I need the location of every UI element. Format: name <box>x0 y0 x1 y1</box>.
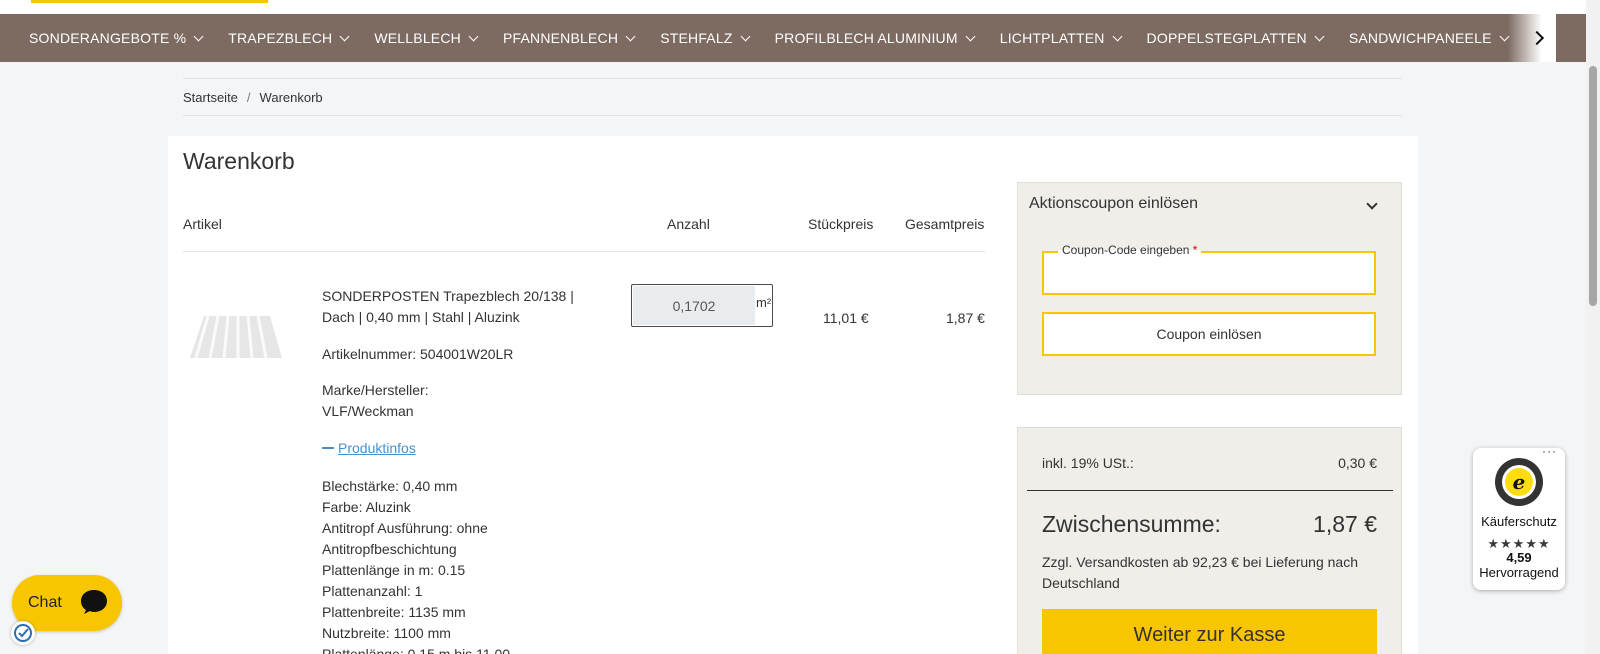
chevron-down-icon[interactable] <box>1366 198 1378 210</box>
nav-item-lichtplatten[interactable]: LICHTPLATTEN <box>974 14 1122 62</box>
nav-item-label: LICHTPLATTEN <box>999 30 1105 46</box>
nav-item-label: TRAPEZBLECH <box>228 30 333 46</box>
nav-item-label: SONDERANGEBOTE % <box>29 30 187 46</box>
summary-divider <box>1027 490 1393 491</box>
top-strip <box>0 0 1600 14</box>
breadcrumb: Startseite / Warenkorb <box>183 78 1402 116</box>
detail-line: Plattenlänge: 0,15 m bis 11,00 <box>322 646 511 654</box>
coupon-code-input[interactable] <box>1042 251 1376 295</box>
breadcrumb-separator: / <box>246 89 251 105</box>
rating-text: Hervorragend <box>1479 565 1559 580</box>
more-options-icon[interactable]: ··· <box>1542 444 1557 458</box>
nav-item-profilblech-aluminium[interactable]: PROFILBLECH ALUMINIUM <box>749 14 976 62</box>
coupon-field-label: Coupon-Code eingeben * <box>1058 243 1202 257</box>
quantity-input[interactable]: 0,1702 <box>633 286 755 325</box>
shipping-note: Zzgl. Versandkosten ab 92,23 € bei Liefe… <box>1042 554 1358 591</box>
nav-item-stehfalz[interactable]: STEHFALZ <box>634 14 751 62</box>
nav-item-sandwichpaneele[interactable]: SANDWICHPANEELE <box>1323 14 1510 62</box>
product-brand: VLF/Weckman <box>322 403 414 419</box>
nav-item-label: STEHFALZ <box>660 30 733 46</box>
nav-item-trapezblech[interactable]: TRAPEZBLECH <box>202 14 350 62</box>
consent-check-icon[interactable] <box>11 621 35 645</box>
detail-line: Plattenbreite: 1135 mm <box>322 604 466 620</box>
nav-item-sonderangebote[interactable]: SONDERANGEBOTE % <box>0 14 204 62</box>
minus-icon <box>322 447 334 449</box>
page-title: Warenkorb <box>183 148 295 174</box>
detail-line: Nutzbreite: 1100 mm <box>322 625 451 641</box>
main-nav: SONDERANGEBOTE % TRAPEZBLECH WELLBLECH P… <box>0 14 1586 62</box>
checkout-button[interactable]: Weiter zur Kasse <box>1042 609 1377 654</box>
quantity-field[interactable]: 0,1702 m² <box>631 284 773 327</box>
scrollbar-thumb[interactable] <box>1589 66 1597 306</box>
nav-item-label: SANDWICHPANEELE <box>1348 30 1492 46</box>
nav-item-label: DOPPELSTEGPLATTEN <box>1146 30 1307 46</box>
nav-item-label: PFANNENBLECH <box>502 30 619 46</box>
redeem-coupon-button[interactable]: Coupon einlösen <box>1042 312 1376 356</box>
vat-label: inkl. 19% USt.: <box>1042 455 1134 471</box>
coupon-field-label-text: Coupon-Code eingeben <box>1062 243 1190 257</box>
page-scrollbar[interactable] <box>1586 62 1600 654</box>
product-info-label: Produktinfos <box>338 440 416 456</box>
product-info-toggle[interactable]: Produktinfos <box>322 440 416 456</box>
product-article-number: Artikelnummer: 504001W20LR <box>322 346 514 362</box>
col-header-quantity: Anzahl <box>667 216 710 232</box>
product-title-link[interactable]: SONDERPOSTEN Trapezblech 20/138 | Dach |… <box>322 286 592 328</box>
buyer-protection-label: Käuferschutz <box>1481 514 1557 529</box>
col-header-unit-price: Stückpreis <box>808 216 874 232</box>
breadcrumb-current: Warenkorb <box>259 89 323 105</box>
detail-line: Blechstärke: 0,40 mm <box>322 478 458 494</box>
quantity-unit: m² <box>756 295 772 310</box>
trusted-shops-seal-icon: e <box>1495 458 1543 506</box>
breadcrumb-home-link[interactable]: Startseite <box>183 90 238 105</box>
product-image[interactable] <box>190 314 282 360</box>
detail-line: Farbe: Aluzink <box>322 499 411 515</box>
total-price: 1,87 € <box>946 310 985 326</box>
trusted-shops-badge[interactable]: ··· e Käuferschutz ★★★★★ 4,59 Hervorrage… <box>1473 444 1565 590</box>
chat-bubble-icon <box>81 590 107 614</box>
detail-line: Plattenlänge in m: 0.15 <box>322 562 466 578</box>
required-mark: * <box>1192 243 1198 257</box>
nav-item-doppelstegplatten[interactable]: DOPPELSTEGPLATTEN <box>1121 14 1325 62</box>
detail-line: Plattenanzahl: 1 <box>322 583 423 599</box>
logo-accent-line <box>31 0 268 3</box>
coupon-heading-toggle[interactable]: Aktionscoupon einlösen <box>1029 195 1198 213</box>
nav-item-wellblech[interactable]: WELLBLECH <box>348 14 479 62</box>
col-header-article: Artikel <box>183 216 222 232</box>
nav-item-label: PROFILBLECH ALUMINIUM <box>774 30 958 46</box>
unit-price: 11,01 € <box>823 310 869 326</box>
arrow-right-icon <box>1529 30 1545 46</box>
subtotal-value: 1,87 € <box>1313 511 1377 537</box>
chat-label: Chat <box>28 594 62 611</box>
nav-item-label: WELLBLECH <box>374 30 461 46</box>
product-brand-label: Marke/Hersteller: <box>322 382 429 398</box>
coupon-panel: Aktionscoupon einlösen Coupon einlösen <box>1017 182 1402 395</box>
vat-value: 0,30 € <box>1338 455 1377 471</box>
rating-score: 4,59 <box>1506 550 1532 565</box>
order-summary: inkl. 19% USt.: 0,30 € Zwischensumme: 1,… <box>1017 427 1402 654</box>
scrollbar-track-top <box>1586 0 1600 62</box>
svg-text:e: e <box>1513 470 1526 494</box>
nav-scroll-right-button[interactable] <box>1508 14 1556 62</box>
table-header-divider <box>183 251 985 252</box>
col-header-total-price: Gesamtpreis <box>905 216 985 232</box>
nav-item-pfannenblech[interactable]: PFANNENBLECH <box>477 14 636 62</box>
subtotal-label: Zwischensumme: <box>1042 511 1221 537</box>
product-details: Blechstärke: 0,40 mm Farbe: Aluzink Anti… <box>322 476 522 654</box>
detail-line: Antitropf Ausführung: ohne Antitropfbesc… <box>322 520 488 557</box>
